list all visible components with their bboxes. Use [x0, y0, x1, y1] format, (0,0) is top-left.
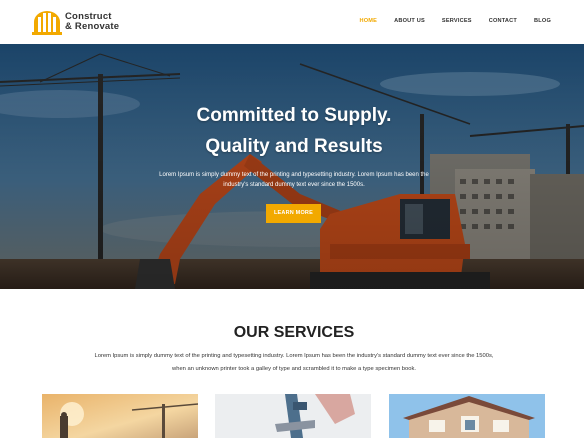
services-description: Lorem Ipsum is simply dummy text of the …	[94, 353, 494, 372]
service-image-crane-sunset	[42, 394, 198, 438]
site-header: Construct & Renovate HOME ABOUT US SERVI…	[0, 0, 588, 44]
hero-description: Lorem Ipsum is simply dummy text of the …	[159, 172, 429, 188]
hero-banner: Committed to Supply. Quality and Results…	[0, 44, 584, 289]
learn-more-button[interactable]: LEARN MORE	[266, 204, 321, 223]
hero-background-image	[0, 44, 584, 289]
main-nav: HOME ABOUT US SERVICES CONTACT BLOG	[343, 18, 552, 24]
service-card-renovation[interactable]	[389, 394, 545, 438]
building-logo-icon	[32, 11, 62, 35]
service-image-house	[389, 394, 545, 438]
hero-title-line2: Quality and Results	[205, 136, 383, 157]
hero-title-line1: Committed to Supply.	[196, 105, 392, 126]
service-card-plumbing[interactable]	[215, 394, 371, 438]
brand-name: Construct & Renovate	[65, 12, 119, 32]
nav-contact[interactable]: CONTACT	[489, 18, 517, 24]
brand-logo[interactable]: Construct & Renovate	[32, 9, 119, 35]
service-card-construction-site[interactable]	[42, 394, 198, 438]
nav-home[interactable]: HOME	[360, 18, 378, 24]
nav-blog[interactable]: BLOG	[534, 18, 551, 24]
brand-name-line2: & Renovate	[65, 21, 120, 32]
service-image-pipe-wrench	[215, 394, 371, 438]
nav-services[interactable]: SERVICES	[442, 18, 472, 24]
nav-about-us[interactable]: ABOUT US	[394, 18, 425, 24]
services-heading: OUR SERVICES	[233, 324, 355, 341]
